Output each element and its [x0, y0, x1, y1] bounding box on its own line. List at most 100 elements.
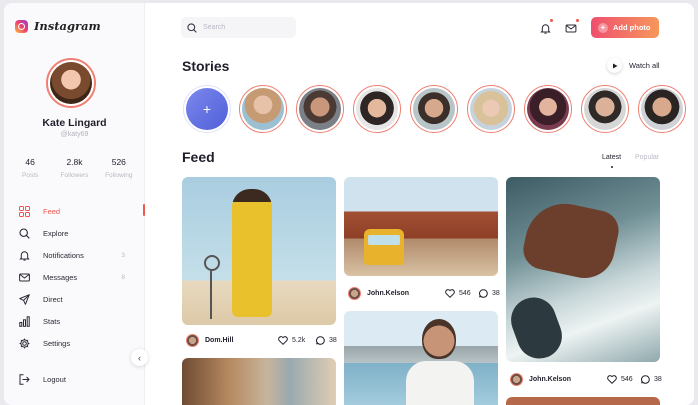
comment-icon	[641, 374, 650, 384]
logout-wrapper: Logout	[4, 368, 145, 390]
stat-followers[interactable]: 2.8k Followers	[54, 157, 94, 179]
bar-chart-icon	[19, 315, 30, 327]
avatar[interactable]	[186, 333, 199, 347]
stories-row: +	[183, 85, 694, 135]
post-image-surfer[interactable]	[506, 177, 660, 362]
unread-dot	[550, 19, 553, 22]
stat-value: 526	[111, 157, 126, 167]
main-content: Search + Add photo Stories Watch all + F…	[145, 3, 694, 405]
story-avatar[interactable]	[410, 85, 458, 133]
sidebar-item-notifications[interactable]: Notifications 3	[4, 244, 145, 266]
search-placeholder: Search	[203, 24, 226, 31]
grid-icon	[19, 205, 30, 217]
sidebar-nav: Feed Explore Notifications 3 Messages 8 …	[4, 200, 145, 354]
story-avatar[interactable]	[524, 85, 572, 133]
sidebar-item-label: Messages	[43, 272, 78, 282]
like-button[interactable]: 546	[445, 288, 471, 298]
profile-avatar[interactable]	[46, 58, 96, 108]
plus-icon: +	[186, 88, 228, 130]
chevron-left-icon: ‹	[138, 352, 141, 363]
logo-text: Instagram	[34, 19, 101, 33]
avatar[interactable]	[510, 372, 523, 386]
sidebar-item-explore[interactable]: Explore	[4, 222, 145, 244]
bell-icon	[19, 250, 30, 261]
heart-icon	[445, 288, 455, 298]
post-meta: John.Kelson 546 38	[348, 285, 500, 301]
post-image-desert-van[interactable]	[344, 177, 498, 276]
profile-stats: 46 Posts 2.8k Followers 526 Following	[4, 157, 145, 179]
post-image-partial[interactable]	[506, 397, 660, 405]
comment-button[interactable]: 38	[316, 335, 337, 345]
post-username[interactable]: John.Kelson	[367, 290, 409, 297]
plus-icon: +	[598, 22, 608, 33]
sidebar-item-direct[interactable]: Direct	[4, 288, 145, 310]
sidebar-item-label: Explore	[43, 228, 69, 238]
add-story-button[interactable]: +	[183, 85, 231, 133]
like-count: 546	[621, 375, 633, 383]
feed-title: Feed	[182, 149, 215, 165]
send-icon	[19, 293, 30, 305]
notifications-button[interactable]	[540, 19, 553, 39]
post-meta: Dom.Hill 5.2k 38	[186, 332, 337, 348]
story-avatar[interactable]	[296, 85, 344, 133]
stories-title: Stories	[182, 58, 230, 74]
story-avatar[interactable]	[353, 85, 401, 133]
story-avatar[interactable]	[581, 85, 629, 133]
story-avatar[interactable]	[239, 85, 287, 133]
stat-posts[interactable]: 46 Posts	[10, 157, 50, 179]
post-image-street[interactable]	[182, 358, 336, 405]
post-image-man-seaside[interactable]	[344, 311, 498, 405]
post-meta: John.Kelson 546 38	[510, 371, 662, 387]
stat-value: 46	[25, 157, 35, 167]
story-avatar[interactable]	[467, 85, 515, 133]
unread-dot	[576, 19, 579, 22]
tab-latest[interactable]: Latest	[602, 154, 621, 168]
sidebar-item-stats[interactable]: Stats	[4, 310, 145, 332]
stat-value: 2.8k	[66, 157, 83, 167]
sidebar-item-label: Direct	[43, 294, 63, 304]
like-button[interactable]: 5.2k	[278, 335, 305, 345]
comment-count: 38	[329, 336, 337, 344]
logout-icon	[19, 373, 30, 385]
bell-icon	[540, 24, 551, 34]
comment-button[interactable]: 38	[641, 374, 662, 384]
profile-handle: @katy69	[60, 131, 89, 138]
collapse-sidebar-button[interactable]: ‹	[131, 349, 148, 366]
sidebar-item-feed[interactable]: Feed	[4, 200, 145, 222]
notification-count: 3	[121, 251, 125, 259]
sidebar-item-label: Settings	[43, 338, 71, 348]
post-username[interactable]: John.Kelson	[529, 376, 571, 383]
sidebar-item-messages[interactable]: Messages 8	[4, 266, 145, 288]
app-window: Instagram Kate Lingard @katy69 46 Posts …	[4, 3, 694, 405]
comment-icon	[316, 335, 325, 345]
story-avatar[interactable]	[638, 85, 686, 133]
stat-label: Following	[105, 172, 133, 179]
avatar[interactable]	[348, 286, 361, 300]
search-icon	[19, 227, 30, 239]
search-input[interactable]: Search	[181, 17, 296, 38]
logo[interactable]: Instagram	[15, 19, 101, 33]
gear-icon	[19, 338, 30, 349]
sidebar-item-settings[interactable]: Settings	[4, 332, 145, 354]
watch-all-button[interactable]: Watch all	[607, 58, 660, 73]
comment-icon	[479, 288, 488, 298]
tab-popular[interactable]: Popular	[635, 154, 659, 161]
add-photo-button[interactable]: + Add photo	[591, 17, 659, 38]
sidebar: Instagram Kate Lingard @katy69 46 Posts …	[4, 3, 145, 405]
search-icon	[187, 22, 197, 33]
mail-icon	[19, 272, 30, 283]
sidebar-item-label: Notifications	[43, 250, 84, 260]
logout-button[interactable]: Logout	[4, 368, 145, 390]
post-username[interactable]: Dom.Hill	[205, 337, 233, 344]
sidebar-item-label: Stats	[43, 316, 61, 326]
logout-label: Logout	[43, 374, 66, 384]
post-image-yellow-outfit[interactable]	[182, 177, 336, 325]
comment-button[interactable]: 38	[479, 288, 500, 298]
like-button[interactable]: 546	[607, 374, 633, 384]
sidebar-item-label: Feed	[43, 206, 61, 216]
messages-button[interactable]	[565, 19, 579, 39]
instagram-logo-icon	[15, 19, 28, 33]
stat-following[interactable]: 526 Following	[99, 157, 139, 179]
watch-all-label: Watch all	[629, 61, 660, 70]
comment-count: 38	[492, 289, 500, 297]
